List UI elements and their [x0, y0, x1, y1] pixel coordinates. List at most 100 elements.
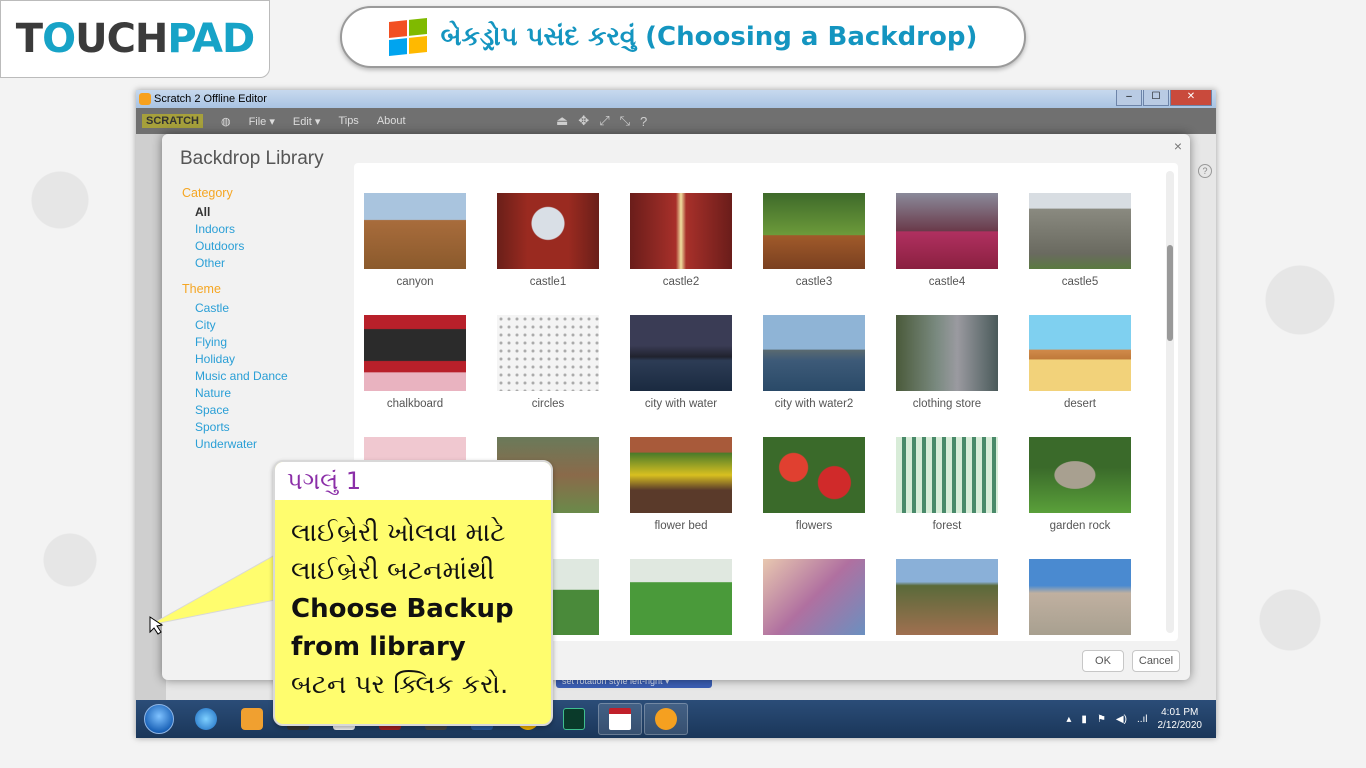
flower-bed-thumbnail: [630, 437, 732, 513]
backdrop-castle1[interactable]: castle1: [497, 193, 599, 295]
backdrop-canyon2[interactable]: [896, 559, 998, 641]
theme-music-and-dance[interactable]: Music and Dance: [182, 368, 352, 385]
clock[interactable]: 4:01 PM 2/12/2020: [1158, 706, 1203, 732]
theme-holiday[interactable]: Holiday: [182, 351, 352, 368]
canyon-thumbnail: [364, 193, 466, 269]
signal-icon[interactable]: ..ıl: [1137, 714, 1148, 725]
backdrop-flowers[interactable]: flowers: [763, 437, 865, 539]
theme-city[interactable]: City: [182, 317, 352, 334]
callout-line-5: બટન પર ક્લિક કરો.: [291, 670, 509, 700]
media-player-taskbar-icon[interactable]: [230, 703, 274, 735]
window-titlebar: Scratch 2 Offline Editor – ☐ ✕: [136, 90, 1216, 108]
backdrop-castle3[interactable]: castle3: [763, 193, 865, 295]
window-close-button[interactable]: ✕: [1170, 90, 1212, 106]
dialog-close-icon[interactable]: ×: [1174, 138, 1182, 154]
theme-heading: Theme: [182, 282, 221, 296]
grow-icon[interactable]: ⤢: [599, 113, 609, 129]
backdrop-garden-rock[interactable]: garden rock: [1029, 437, 1131, 539]
shrink-icon[interactable]: ⤡: [620, 113, 630, 129]
callout-line-1: લાઈબ્રેરી ખોલવા માટે: [291, 518, 506, 548]
pdf-taskbar-icon[interactable]: [598, 703, 642, 735]
castle3-thumbnail: [763, 193, 865, 269]
circles-thumbnail: [497, 315, 599, 391]
windows-logo-icon: [388, 18, 427, 56]
theme-castle[interactable]: Castle: [182, 300, 352, 317]
theme-sports[interactable]: Sports: [182, 419, 352, 436]
ie-taskbar-icon[interactable]: [184, 703, 228, 735]
callout-body: લાઈબ્રેરી ખોલવા માટે લાઈબ્રેરી બટનમાંથી …: [275, 500, 551, 704]
scratch-taskbar-icon[interactable]: [644, 703, 688, 735]
side-help-icon[interactable]: ?: [1198, 164, 1212, 178]
callout-line-3: Choose Backup: [291, 594, 514, 624]
category-indoors[interactable]: Indoors: [182, 221, 352, 238]
touchpad-logo: TOUCHPAD: [0, 0, 270, 78]
backdrop-castle5[interactable]: castle5: [1029, 193, 1131, 295]
menu-file[interactable]: File ▾: [249, 115, 275, 128]
menu-about[interactable]: About: [377, 115, 406, 127]
cancel-button[interactable]: Cancel: [1132, 650, 1180, 672]
dialog-title: Backdrop Library: [180, 148, 324, 169]
theme-space[interactable]: Space: [182, 402, 352, 419]
backdrop-goal2[interactable]: [630, 559, 732, 641]
castle5-thumbnail: [1029, 193, 1131, 269]
cut-icon[interactable]: ✥: [578, 113, 589, 129]
castle1-thumbnail: [497, 193, 599, 269]
backdrop-canyon[interactable]: canyon: [364, 193, 466, 295]
category-all[interactable]: All: [182, 204, 352, 221]
category-heading: Category: [182, 186, 233, 200]
backdrop-graffiti[interactable]: [763, 559, 865, 641]
grid-scrollbar[interactable]: [1166, 171, 1174, 633]
callout-line-4: from library: [291, 632, 466, 662]
category-outdoors[interactable]: Outdoors: [182, 238, 352, 255]
theme-underwater[interactable]: Underwater: [182, 436, 352, 453]
backdrop-clothing-store[interactable]: clothing store: [896, 315, 998, 417]
backdrop-circles[interactable]: circles: [497, 315, 599, 417]
garden-rock-thumbnail: [1029, 437, 1131, 513]
backdrop-castle4[interactable]: castle4: [896, 193, 998, 295]
backdrop-castle2[interactable]: castle2: [630, 193, 732, 295]
menu-edit[interactable]: Edit ▾: [293, 115, 321, 128]
globe-icon[interactable]: ◍: [221, 115, 231, 128]
clothing-store-thumbnail: [896, 315, 998, 391]
start-button[interactable]: [144, 704, 174, 734]
library-filters: Category All Indoors Outdoors Other Them…: [182, 186, 352, 463]
goal2-thumbnail: [630, 559, 732, 635]
backdrop-chalkboard[interactable]: chalkboard: [364, 315, 466, 417]
step-callout: પગલું 1 લાઈબ્રેરી ખોલવા માટે લાઈબ્રેરી બ…: [273, 460, 553, 726]
slide-title: બેકડ્રોપ પસંદ કરવું (Choosing a Backdrop…: [340, 6, 1026, 68]
slide-title-text: બેકડ્રોપ પસંદ કરવું (Choosing a Backdrop…: [440, 21, 978, 52]
city-with-water2-thumbnail: [763, 315, 865, 391]
backdrop-flower-bed[interactable]: flower bed: [630, 437, 732, 539]
audition-taskbar-icon[interactable]: [552, 703, 596, 735]
ok-button[interactable]: OK: [1082, 650, 1124, 672]
tray-expand-icon[interactable]: ▴: [1066, 714, 1071, 725]
backdrop-city-with-water[interactable]: city with water: [630, 315, 732, 417]
backdrop-forest[interactable]: forest: [896, 437, 998, 539]
castle4-thumbnail: [896, 193, 998, 269]
help-icon[interactable]: ?: [640, 114, 647, 129]
beach-thumbnail: [1029, 559, 1131, 635]
backdrop-beach[interactable]: [1029, 559, 1131, 641]
network-icon[interactable]: ▮: [1081, 714, 1087, 725]
callout-line-2: લાઈબ્રેરી બટનમાંથી: [291, 556, 495, 586]
theme-flying[interactable]: Flying: [182, 334, 352, 351]
volume-icon[interactable]: ◀): [1116, 714, 1127, 725]
clock-date: 2/12/2020: [1157, 720, 1203, 731]
scrollbar-thumb[interactable]: [1167, 245, 1173, 341]
window-title: Scratch 2 Offline Editor: [154, 93, 267, 105]
system-tray: ▴ ▮ ⚑ ◀) ..ıl 4:01 PM 2/12/2020: [1066, 700, 1202, 738]
theme-nature[interactable]: Nature: [182, 385, 352, 402]
minimize-button[interactable]: –: [1116, 90, 1142, 106]
flowers-thumbnail: [763, 437, 865, 513]
city-with-water-thumbnail: [630, 315, 732, 391]
menu-tips[interactable]: Tips: [338, 115, 358, 127]
backdrop-desert[interactable]: desert: [1029, 315, 1131, 417]
backdrop-city-with-water2[interactable]: city with water2: [763, 315, 865, 417]
canyon2-thumbnail: [896, 559, 998, 635]
category-other[interactable]: Other: [182, 255, 352, 272]
stamp-icon[interactable]: ⏏: [556, 113, 568, 129]
castle2-thumbnail: [630, 193, 732, 269]
maximize-button[interactable]: ☐: [1143, 90, 1169, 106]
callout-step-heading: પગલું 1: [275, 462, 551, 500]
flag-icon[interactable]: ⚑: [1097, 714, 1106, 725]
